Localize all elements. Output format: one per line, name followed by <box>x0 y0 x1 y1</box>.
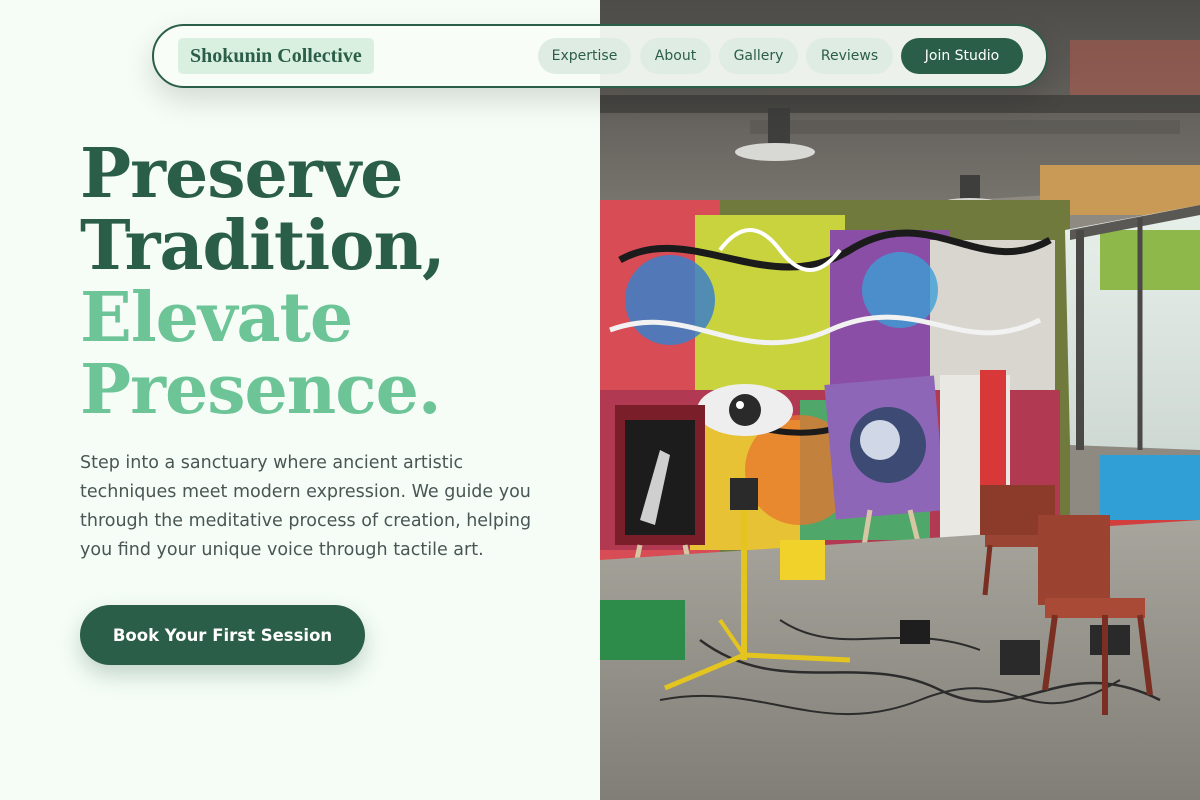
book-session-button[interactable]: Book Your First Session <box>80 605 365 665</box>
top-navbar: Shokunin Collective Expertise About Gall… <box>152 24 1048 88</box>
headline-line-3: Elevate <box>80 278 353 358</box>
nav-link-reviews[interactable]: Reviews <box>806 38 893 74</box>
nav-link-about[interactable]: About <box>640 38 711 74</box>
studio-photo <box>600 0 1200 800</box>
hero-section: Preserve Tradition, Elevate Presence. St… <box>0 0 600 800</box>
headline-line-4: Presence. <box>80 350 442 430</box>
nav-link-expertise[interactable]: Expertise <box>538 38 631 74</box>
hero-headline: Preserve Tradition, Elevate Presence. <box>80 134 446 430</box>
brand-logo[interactable]: Shokunin Collective <box>178 38 374 74</box>
headline-line-2: Tradition, <box>80 206 446 286</box>
headline-line-1: Preserve <box>80 134 403 214</box>
join-studio-button[interactable]: Join Studio <box>901 38 1023 74</box>
nav-link-gallery[interactable]: Gallery <box>719 38 798 74</box>
hero-description: Step into a sanctuary where ancient arti… <box>80 453 532 560</box>
